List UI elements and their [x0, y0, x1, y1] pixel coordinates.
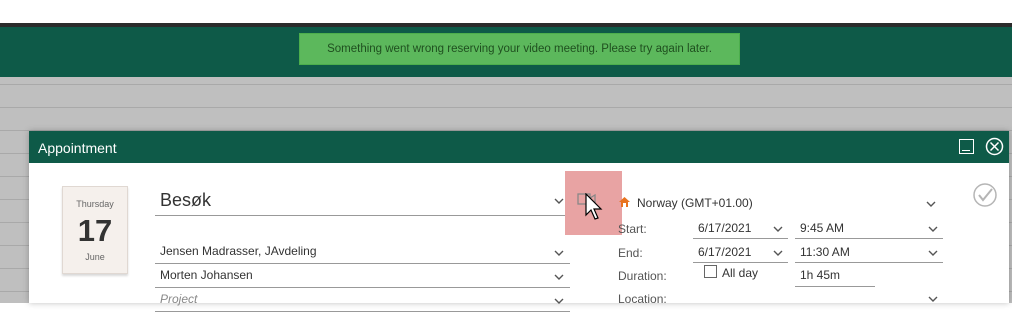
chevron-down-icon[interactable] [773, 248, 783, 258]
minimize-button[interactable] [959, 139, 974, 154]
chevron-down-icon[interactable] [926, 199, 936, 209]
chevron-down-icon[interactable] [928, 248, 938, 258]
subject-value: Besøk [160, 190, 212, 210]
start-time-value: 9:45 AM [800, 221, 845, 235]
mouse-cursor-icon [585, 193, 603, 220]
project-placeholder: Project [160, 292, 198, 306]
chevron-down-icon[interactable] [773, 224, 783, 234]
chevron-down-icon[interactable] [928, 224, 938, 234]
project-field[interactable]: Project [155, 289, 570, 312]
home-icon [619, 197, 630, 207]
start-time-field[interactable]: 9:45 AM [795, 218, 943, 239]
error-toast: Something went wrong reserving your vide… [299, 33, 740, 65]
chevron-down-icon[interactable] [554, 272, 564, 282]
end-time-value: 11:30 AM [800, 245, 850, 259]
date-card: Thursday 17 June [62, 186, 128, 274]
end-date-field[interactable]: 6/17/2021 [693, 242, 788, 263]
contact-field[interactable]: Morten Johansen [155, 265, 570, 288]
calendar-row-line [0, 84, 1012, 85]
top-margin [0, 0, 1012, 23]
start-label: Start: [618, 222, 647, 236]
end-label: End: [618, 246, 643, 260]
close-icon[interactable] [985, 137, 1004, 156]
timezone-value: Norway (GMT+01.00) [637, 196, 753, 210]
timezone-select[interactable]: Norway (GMT+01.00) [635, 192, 941, 212]
subject-input[interactable]: Besøk [155, 185, 570, 216]
end-time-field[interactable]: 11:30 AM [795, 242, 943, 263]
allday-checkbox[interactable] [704, 265, 717, 278]
allday-label: All day [722, 266, 759, 280]
date-weekday: Thursday [76, 199, 114, 209]
start-date-field[interactable]: 6/17/2021 [693, 218, 788, 239]
chevron-down-icon[interactable] [554, 196, 564, 206]
dialog-titlebar: Appointment [29, 131, 1009, 163]
duration-input[interactable]: 1h 45m [795, 265, 875, 287]
end-date-value: 6/17/2021 [698, 245, 752, 259]
dialog-title: Appointment [38, 140, 117, 156]
start-date-value: 6/17/2021 [698, 221, 752, 235]
company-field[interactable]: Jensen Madrasser, JAvdeling [155, 241, 570, 264]
date-month: June [85, 252, 105, 262]
calendar-row-line [0, 107, 1012, 108]
chevron-down-icon[interactable] [554, 296, 564, 306]
company-value: Jensen Madrasser, JAvdeling [160, 244, 317, 258]
location-label: Location: [618, 292, 667, 306]
appointment-dialog: Appointment Thursday 17 June Besøk Jense… [29, 131, 1009, 312]
contact-value: Morten Johansen [160, 268, 253, 282]
date-day: 17 [77, 213, 113, 248]
toast-message: Something went wrong reserving your vide… [327, 43, 712, 55]
duration-value: 1h 45m [800, 268, 841, 282]
duration-label: Duration: [618, 269, 667, 283]
checkmark-icon[interactable] [972, 182, 998, 208]
chevron-down-icon[interactable] [554, 248, 564, 258]
